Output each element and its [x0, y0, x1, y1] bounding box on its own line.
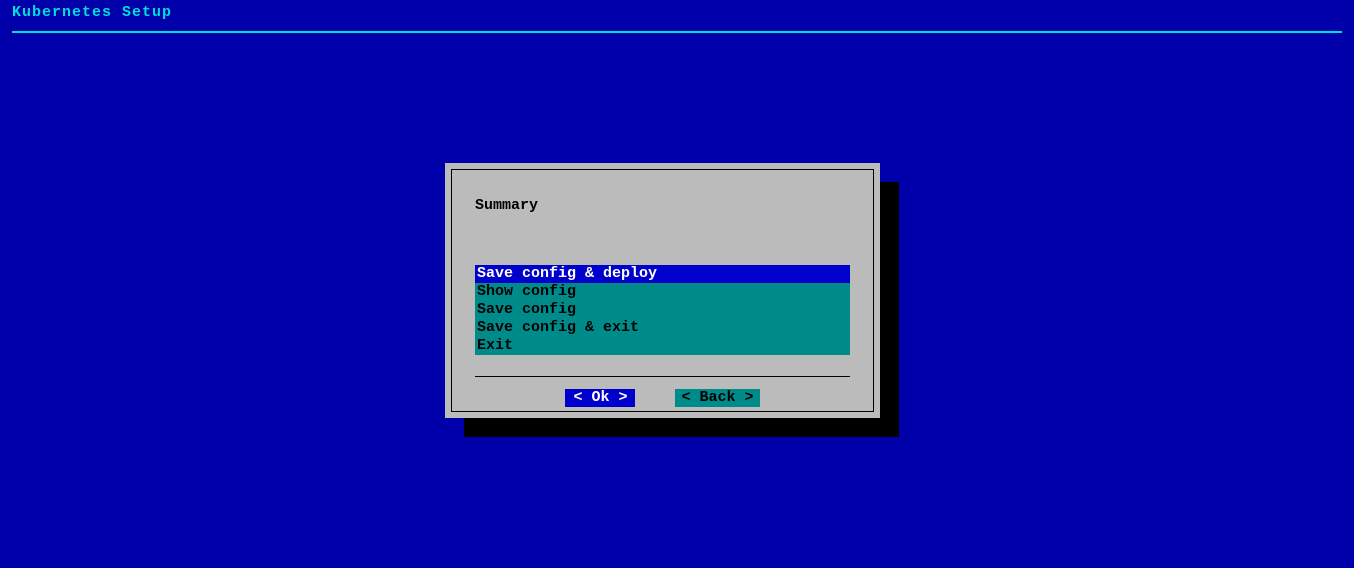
dialog-title: Summary — [475, 197, 538, 214]
summary-dialog: Summary Save config & deploy Show config… — [445, 163, 880, 418]
menu-item-exit[interactable]: Exit — [475, 337, 850, 355]
header-divider — [12, 31, 1342, 33]
menu-item-save-exit[interactable]: Save config & exit — [475, 319, 850, 337]
button-row: < Ok > < Back > — [445, 389, 880, 407]
back-button[interactable]: < Back > — [675, 389, 759, 407]
menu-item-save-deploy[interactable]: Save config & deploy — [475, 265, 850, 283]
page-title: Kubernetes Setup — [12, 4, 172, 21]
page-header: Kubernetes Setup — [0, 0, 1354, 25]
button-divider — [475, 376, 850, 377]
ok-button[interactable]: < Ok > — [565, 389, 635, 407]
menu-item-show-config[interactable]: Show config — [475, 283, 850, 301]
menu-item-save-config[interactable]: Save config — [475, 301, 850, 319]
menu-list: Save config & deploy Show config Save co… — [475, 265, 850, 355]
